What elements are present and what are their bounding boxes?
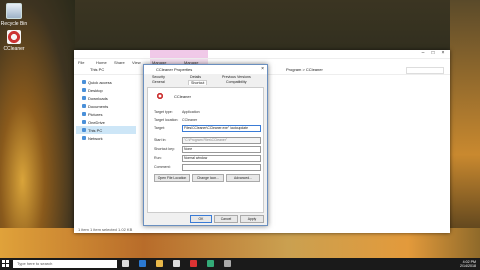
app-name: CCleaner bbox=[174, 94, 191, 99]
explorer-titlebar: – □ × bbox=[74, 50, 450, 59]
tab-home[interactable]: Home bbox=[96, 60, 107, 65]
cloud-icon bbox=[82, 120, 86, 124]
picture-icon bbox=[82, 112, 86, 116]
nav-item-documents[interactable]: Documents bbox=[76, 102, 136, 110]
target-field[interactable]: Files\CCleaner\CCleaner.exe" /autoupdate bbox=[182, 125, 261, 132]
run-select[interactable]: Normal window bbox=[182, 155, 261, 162]
tab-compatibility[interactable]: Compatibility bbox=[226, 80, 247, 84]
change-icon-button[interactable]: Change Icon... bbox=[192, 174, 224, 182]
nav-item-desktop[interactable]: Desktop bbox=[76, 86, 136, 94]
ribbon-context-highlight bbox=[150, 50, 208, 58]
computer-icon bbox=[82, 128, 86, 132]
maximize-button[interactable]: □ bbox=[428, 50, 438, 56]
tab-general[interactable]: General bbox=[152, 80, 165, 84]
task-view-icon[interactable] bbox=[122, 260, 129, 267]
desktop-icon bbox=[82, 88, 86, 92]
nav-item-onedrive[interactable]: OneDrive bbox=[76, 118, 136, 126]
close-button[interactable]: × bbox=[438, 50, 448, 56]
target-location-value: CCleaner bbox=[182, 118, 198, 122]
app-icon[interactable] bbox=[207, 260, 214, 267]
ccleaner-taskbar-icon[interactable] bbox=[190, 260, 197, 267]
start-in-field[interactable]: "C:\Program Files\CCleaner" bbox=[182, 137, 261, 144]
dialog-tabs: Security Details Previous Versions Gener… bbox=[144, 74, 267, 88]
breadcrumb-right[interactable]: Program > CCleaner bbox=[286, 67, 323, 72]
taskbar: Type here to search 4:02 PM 2/14/2018 bbox=[0, 258, 480, 270]
cancel-button[interactable]: Cancel bbox=[214, 215, 238, 223]
dialog-close-button[interactable]: × bbox=[261, 66, 264, 72]
ccleaner-icon bbox=[7, 30, 21, 44]
target-type-value: Application bbox=[182, 110, 200, 114]
dialog-titlebar: CCleaner Properties × bbox=[144, 65, 267, 74]
breadcrumb-left[interactable]: This PC bbox=[90, 67, 104, 72]
window-controls: – □ × bbox=[418, 50, 448, 56]
tab-previous-versions[interactable]: Previous Versions bbox=[222, 75, 251, 79]
ccleaner-icon bbox=[156, 92, 164, 100]
store-icon[interactable] bbox=[173, 260, 180, 267]
dialog-title: CCleaner Properties bbox=[156, 67, 193, 72]
clock-date: 2/14/2018 bbox=[460, 264, 476, 268]
taskbar-search-input[interactable]: Type here to search bbox=[13, 260, 117, 268]
shortcut-tab-panel: CCleaner Target type: Application Target… bbox=[147, 87, 264, 213]
comment-label: Comment: bbox=[154, 165, 171, 169]
download-icon bbox=[82, 96, 86, 100]
star-icon bbox=[82, 80, 86, 84]
target-type-label: Target type: bbox=[154, 110, 173, 114]
folder-icon[interactable] bbox=[156, 260, 163, 267]
desktop-icon-label: Recycle Bin bbox=[0, 21, 28, 27]
nav-item-quick-access[interactable]: Quick access bbox=[76, 78, 136, 86]
minimize-button[interactable]: – bbox=[418, 50, 428, 56]
app-icon[interactable] bbox=[224, 260, 231, 267]
advanced-button[interactable]: Advanced... bbox=[226, 174, 260, 182]
apply-button[interactable]: Apply bbox=[240, 215, 264, 223]
network-icon bbox=[82, 136, 86, 140]
desktop-icon-recycle-bin[interactable]: Recycle Bin bbox=[0, 3, 28, 27]
taskbar-pinned-apps bbox=[122, 260, 231, 267]
edge-icon[interactable] bbox=[139, 260, 146, 267]
system-clock[interactable]: 4:02 PM 2/14/2018 bbox=[460, 260, 476, 268]
nav-item-this-pc[interactable]: This PC bbox=[76, 126, 136, 134]
comment-field[interactable] bbox=[182, 164, 261, 171]
nav-item-pictures[interactable]: Pictures bbox=[76, 110, 136, 118]
start-in-label: Start in: bbox=[154, 138, 167, 142]
tab-file[interactable]: File bbox=[78, 60, 84, 65]
tab-security[interactable]: Security bbox=[152, 75, 165, 79]
start-button[interactable] bbox=[2, 260, 10, 268]
desktop-icon-label: CCleaner bbox=[3, 46, 25, 52]
ok-button[interactable]: OK bbox=[190, 215, 212, 223]
shortcut-key-label: Shortcut key: bbox=[154, 147, 175, 151]
run-label: Run: bbox=[154, 156, 162, 160]
properties-dialog: CCleaner Properties × Security Details P… bbox=[143, 64, 268, 226]
document-icon bbox=[82, 104, 86, 108]
nav-item-downloads[interactable]: Downloads bbox=[76, 94, 136, 102]
status-bar: 1 item 1 item selected 1.02 KB bbox=[78, 227, 133, 232]
tab-share[interactable]: Share bbox=[114, 60, 125, 65]
open-file-location-button[interactable]: Open File Location bbox=[154, 174, 190, 182]
shortcut-key-field[interactable]: None bbox=[182, 146, 261, 153]
wallpaper-right bbox=[450, 0, 480, 258]
target-location-label: Target location: bbox=[154, 118, 179, 122]
search-input[interactable] bbox=[406, 67, 444, 74]
recycle-bin-icon bbox=[6, 3, 22, 19]
desktop-icon-ccleaner[interactable]: CCleaner bbox=[0, 30, 28, 52]
tab-shortcut[interactable]: Shortcut bbox=[188, 80, 208, 85]
nav-item-network[interactable]: Network bbox=[76, 134, 136, 142]
tab-view[interactable]: View bbox=[132, 60, 141, 65]
target-label: Target: bbox=[154, 126, 165, 130]
navigation-pane: Quick access Desktop Downloads Documents… bbox=[76, 78, 136, 142]
tab-details[interactable]: Details bbox=[190, 75, 201, 79]
